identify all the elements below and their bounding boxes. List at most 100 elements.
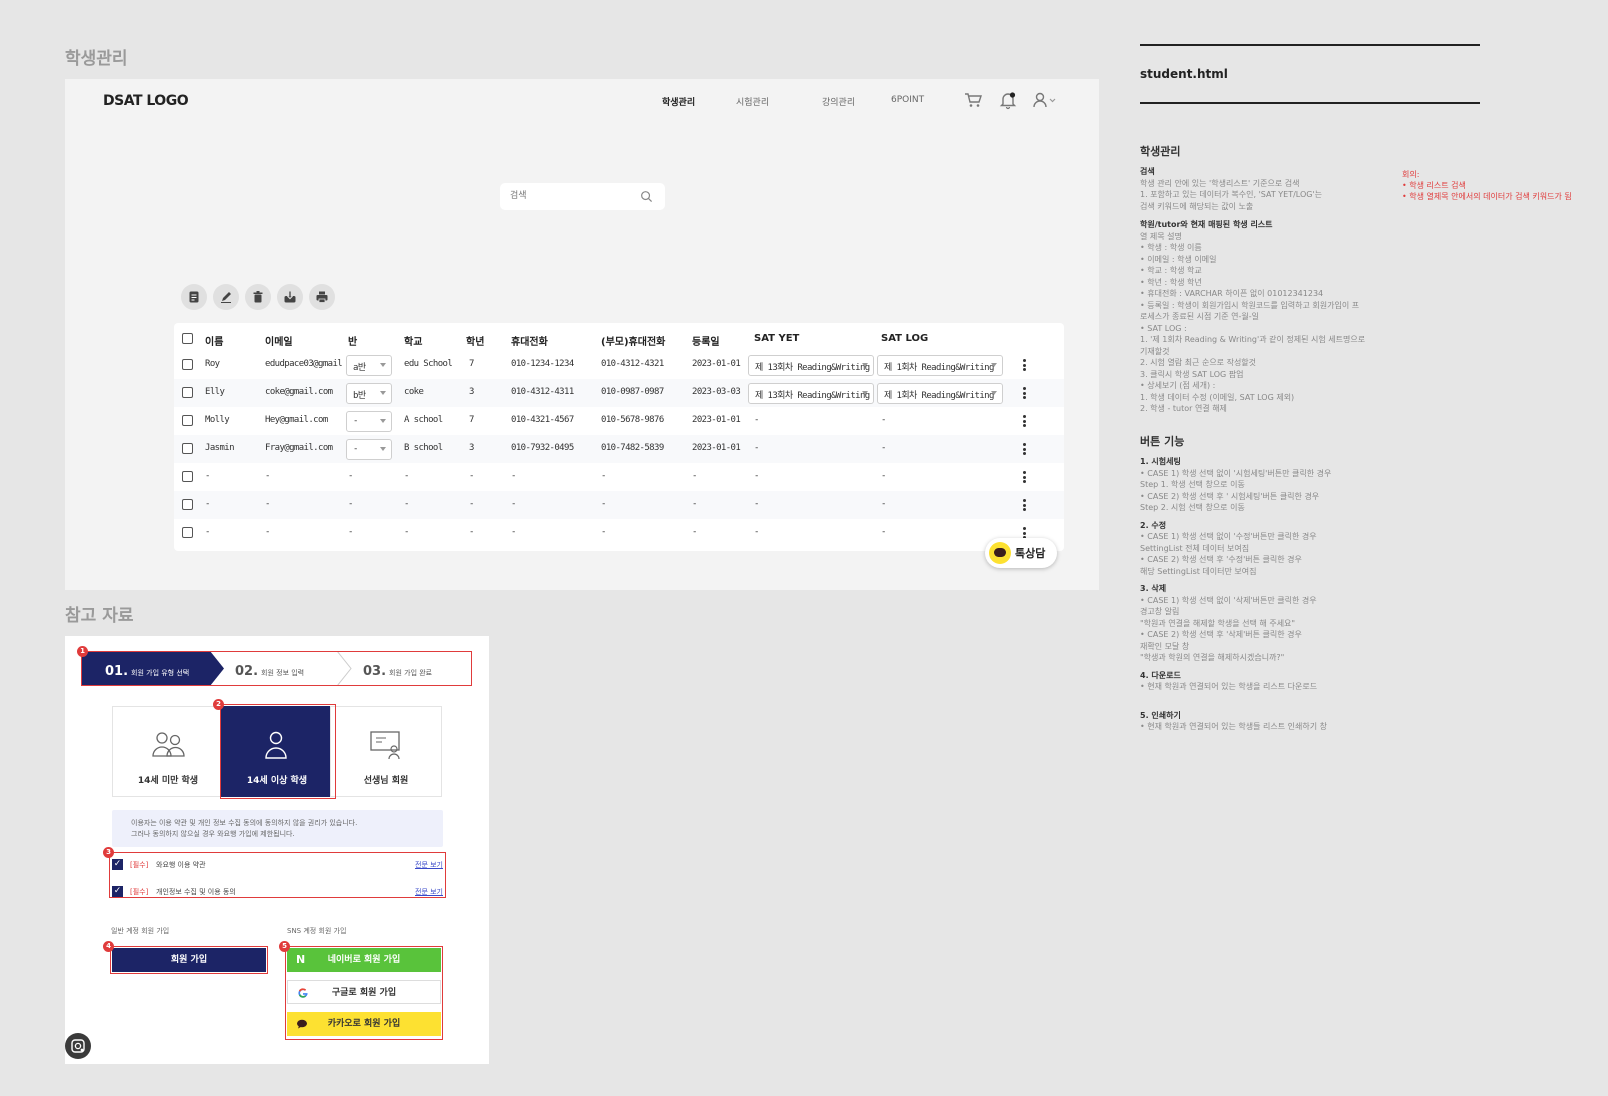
notice-line: 이용자는 이용 약관 및 개인 정보 수집 동의에 동의하지 않을 권리가 있습… [131, 819, 358, 827]
cell-class: - [348, 499, 353, 509]
doc-top-rule [1140, 44, 1480, 46]
cell-parent: 010-7482-5839 [601, 443, 664, 453]
col-header-sat-log[interactable]: SAT LOG [881, 333, 928, 344]
more-options-icon[interactable] [1023, 443, 1026, 455]
reference-section-title: 참고 자료 [65, 606, 134, 626]
chat-consult-button[interactable]: 톡상담 [985, 538, 1057, 568]
logo[interactable]: DSAT LOGO [103, 93, 189, 109]
nav-6point[interactable]: 6POINT [891, 95, 924, 105]
row-checkbox[interactable] [182, 471, 193, 482]
col-header-name[interactable]: 이름 [205, 333, 223, 348]
chevron-down-icon [991, 363, 997, 367]
page-section-title: 학생관리 [65, 49, 128, 69]
more-options-icon[interactable] [1023, 499, 1026, 511]
camera-search-icon [71, 1039, 85, 1053]
row-checkbox[interactable] [182, 359, 193, 370]
cell-school: A school [404, 415, 443, 425]
doc-line: • 상세보기 (점 세개) : [1140, 381, 1216, 390]
cell-school: - [404, 527, 409, 537]
row-checkbox[interactable] [182, 499, 193, 510]
sat-log-select[interactable]: 제 1회차 Reading&Writing [877, 383, 1003, 404]
cell-date: - [692, 471, 697, 481]
doc-line: • 현재 학원과 연결되어 있는 학생을 리스트 다운로드 [1140, 682, 1318, 691]
cell-parent: 010-0987-0987 [601, 387, 664, 397]
table-row[interactable]: Elly coke@gmail.com coke 3 010-4312-4311 010-… [174, 379, 1064, 407]
doc-line: "학생과 학원의 연결을 해제하시겠습니까?" [1140, 653, 1285, 662]
col-header-date[interactable]: 등록일 [692, 333, 720, 348]
sat-yet-select[interactable]: 제 13회차 Reading&Writing [748, 383, 874, 404]
nav-lectures[interactable]: 강의관리 [822, 95, 855, 108]
nav-exams[interactable]: 시험관리 [736, 95, 769, 108]
card-under-14[interactable]: 14세 미만 학생 [112, 706, 224, 797]
bell-icon[interactable] [998, 90, 1018, 110]
consent-notice: 이용자는 이용 약관 및 개인 정보 수집 동의에 동의하지 않을 권리가 있습… [112, 810, 443, 847]
print-button[interactable] [309, 284, 335, 310]
download-button[interactable] [277, 284, 303, 310]
cell-name: - [205, 471, 210, 481]
document-icon [189, 291, 199, 303]
class-select[interactable]: a반 [346, 355, 392, 376]
table-row[interactable]: ---------- [174, 519, 1064, 547]
teacher-board-icon [370, 731, 400, 760]
cell-parent: - [601, 499, 606, 509]
row-checkbox[interactable] [182, 387, 193, 398]
doc-button-section: 1. 시험세팅 • CASE 1) 학생 선택 없이 '시험세팅'버튼만 클릭한… [1140, 456, 1331, 733]
cell-phone: 010-4312-4311 [511, 387, 574, 397]
doc-line: • 학생 : 학생 이름 [1140, 243, 1202, 252]
table-row[interactable]: ---------- [174, 491, 1064, 519]
doc-line: 학생 관리 안에 있는 '학생리스트' 기준으로 검색 [1140, 178, 1300, 188]
delete-button[interactable] [245, 284, 271, 310]
annotation-box-1 [81, 651, 472, 686]
chevron-down-icon [862, 363, 868, 367]
more-options-icon[interactable] [1023, 359, 1026, 371]
exam-setting-button[interactable] [181, 284, 207, 310]
chevron-down-icon [380, 447, 386, 451]
doc-line: • SAT LOG : [1140, 323, 1187, 333]
cart-icon[interactable] [963, 90, 983, 110]
search-input[interactable] [510, 188, 630, 204]
lens-search-button[interactable] [65, 1033, 91, 1059]
class-select-value: - [353, 444, 358, 454]
col-header-grade[interactable]: 학년 [466, 333, 484, 348]
table-row[interactable]: Jasmin Fray@gmail.com B school 3 010-7932-04… [174, 435, 1064, 463]
class-select[interactable]: - [346, 411, 392, 432]
cell-phone: 010-7932-0495 [511, 443, 574, 453]
kakao-chat-icon [989, 542, 1011, 564]
doc-line: • 휴대전화 : VARCHAR 하이픈 없이 01012341234 [1140, 289, 1324, 298]
doc-line: • 현재 학원과 연결되어 있는 학생들 리스트 인쇄하기 창 [1140, 722, 1327, 731]
table-row[interactable]: Molly Hey@gmail.com A school 7 010-4321-4567… [174, 407, 1064, 435]
sat-log-value: 제 1회차 Reading&Writing [884, 363, 994, 373]
card-teacher[interactable]: 선생님 회원 [330, 706, 442, 797]
col-header-class[interactable]: 반 [348, 333, 357, 348]
row-checkbox[interactable] [182, 527, 193, 538]
doc-line: 1. 포함하고 있는 데이터가 복수인, 'SAT YET/LOG'는 [1140, 190, 1323, 199]
more-options-icon[interactable] [1023, 471, 1026, 483]
doc-line: • CASE 1) 학생 선택 없이 '시험세팅'버튼만 클릭한 경우 [1140, 468, 1332, 478]
col-header-parent-phone[interactable]: (부모)휴대전화 [601, 333, 665, 348]
edit-button[interactable] [213, 284, 239, 310]
chevron-down-icon [380, 391, 386, 395]
row-checkbox[interactable] [182, 443, 193, 454]
select-all-checkbox[interactable] [182, 333, 193, 344]
sat-yet-select[interactable]: 제 13회차 Reading&Writing [748, 355, 874, 376]
class-select[interactable]: - [346, 439, 392, 460]
doc-bottom-rule [1140, 102, 1480, 104]
cell-email: - [265, 527, 270, 537]
more-options-icon[interactable] [1023, 415, 1026, 427]
sat-log-select[interactable]: 제 1회차 Reading&Writing [877, 355, 1003, 376]
col-header-sat-yet[interactable]: SAT YET [754, 333, 799, 344]
search-icon[interactable] [640, 190, 653, 203]
user-menu-icon[interactable] [1031, 90, 1061, 110]
col-header-email[interactable]: 이메일 [265, 333, 293, 348]
table-row[interactable]: ---------- [174, 463, 1064, 491]
table-row[interactable]: Roy edudpace03@gmail edu School 7 010-1234-1… [174, 351, 1064, 379]
row-checkbox[interactable] [182, 415, 193, 426]
class-select[interactable]: b반 [346, 383, 392, 404]
col-header-phone[interactable]: 휴대전화 [511, 333, 548, 348]
nav-students[interactable]: 학생관리 [662, 95, 695, 108]
more-options-icon[interactable] [1023, 387, 1026, 399]
col-header-school[interactable]: 학교 [404, 333, 422, 348]
doc-btn2-title: 2. 수정 [1140, 520, 1167, 530]
cell-name: Jasmin [205, 443, 235, 453]
cell-sat-log: - [881, 527, 886, 537]
